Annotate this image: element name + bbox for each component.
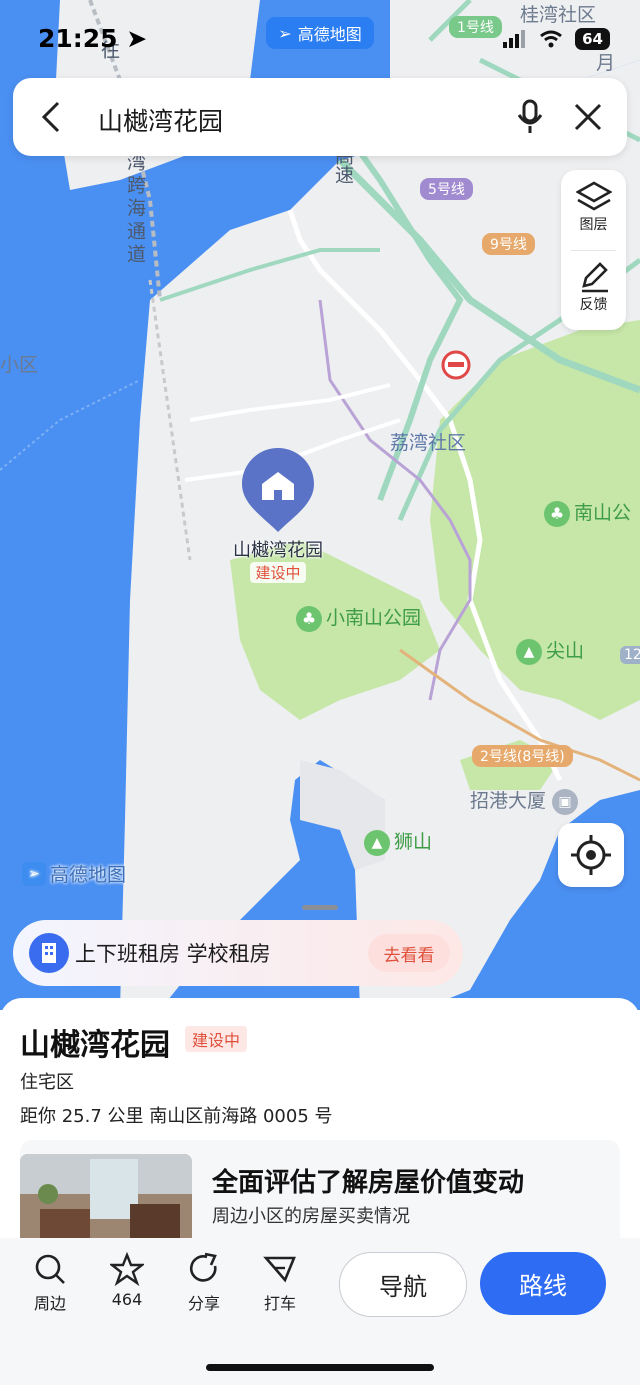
microphone-icon [517, 99, 543, 133]
home-pin-icon [242, 448, 314, 532]
poi-xiaonanshan-park[interactable]: ♣ 小南山公园 [296, 603, 421, 632]
mountain-icon: ▲ [364, 829, 390, 856]
taxi-button[interactable]: 打车 [250, 1252, 310, 1314]
map-label-line9: 9号线 [482, 233, 535, 255]
place-distance-address: 距你 25.7 公里 南山区前海路 0005 号 [20, 1106, 333, 1127]
sheet-drag-handle[interactable] [302, 905, 338, 910]
card-title: 全面评估了解房屋价值变动 [212, 1168, 525, 1198]
promo-go-button[interactable]: 去看看 [368, 934, 450, 972]
selected-place-marker[interactable]: 山樾湾花园 建设中 [226, 446, 330, 586]
map-side-panel: 图层 反馈 [561, 170, 626, 330]
poi-shishan[interactable]: ▲ 狮山 [364, 827, 432, 856]
status-bar: 21:25 ➤ ➢ 高德地图 64 [0, 0, 640, 80]
star-icon [110, 1252, 144, 1286]
clear-search-button[interactable] [568, 96, 608, 138]
map-label-line5: 5号线 [420, 178, 473, 200]
map-label-line2: 2号线(8号线) [472, 745, 573, 767]
search-bar[interactable]: 山樾湾花园 [13, 78, 627, 156]
place-title: 山樾湾花园 [20, 1028, 170, 1063]
search-input[interactable]: 山樾湾花园 [98, 102, 223, 138]
nearby-button[interactable]: 周边 [20, 1252, 80, 1314]
favorite-button[interactable]: 464 [97, 1252, 157, 1309]
map-label-bridge: 湾跨海通道 [124, 152, 146, 267]
battery-indicator: 64 [575, 28, 610, 50]
locate-me-button[interactable] [558, 823, 624, 887]
layers-button[interactable]: 图层 [561, 180, 626, 234]
layers-icon [575, 181, 612, 211]
chevron-left-icon [41, 101, 60, 133]
signal-icon [503, 30, 526, 48]
feedback-button[interactable]: 反馈 [561, 260, 626, 314]
edit-icon [581, 262, 608, 293]
crosshair-icon [571, 835, 611, 875]
poi-zhaogang[interactable]: 招港大厦 ▣ [470, 786, 579, 815]
promo-text: 上下班租房 学校租房 [75, 942, 271, 966]
marker-status: 建设中 [250, 562, 306, 583]
map-label-community-left: 小区 [0, 354, 39, 376]
voice-search-button[interactable] [510, 96, 550, 138]
brand-pill[interactable]: ➢ 高德地图 [266, 17, 374, 49]
close-icon [574, 103, 602, 131]
status-badge: 建设中 [185, 1026, 248, 1052]
wifi-icon [540, 30, 563, 48]
place-category: 住宅区 [20, 1072, 74, 1093]
building-icon: ▣ [552, 788, 579, 815]
poi-jianshan[interactable]: ▲ 尖山 [516, 636, 584, 665]
search-icon [35, 1254, 65, 1284]
divider [571, 250, 616, 251]
park-icon: ♣ [296, 605, 322, 632]
share-icon [189, 1252, 217, 1282]
amap-watermark: ➢ 高德地图 [22, 860, 126, 887]
route-button[interactable]: 路线 [480, 1252, 606, 1315]
valuation-card[interactable]: 全面评估了解房屋价值变动 周边小区的房屋买卖情况 [20, 1140, 620, 1238]
card-subtitle: 周边小区的房屋买卖情况 [212, 1206, 410, 1227]
rental-promo-banner[interactable]: 上下班租房 学校租房 去看看 [13, 920, 463, 986]
place-detail-sheet: 山樾湾花园 建设中 住宅区 距你 25.7 公里 南山区前海路 0005 号 全… [0, 998, 640, 1238]
share-button[interactable]: 分享 [174, 1252, 234, 1314]
navigate-button[interactable]: 导航 [339, 1252, 467, 1317]
map-label-road-12: 12 [620, 646, 640, 664]
mountain-icon: ▲ [516, 638, 542, 665]
park-icon: ♣ [544, 500, 570, 527]
marker-name: 山樾湾花园 [233, 540, 323, 561]
building-icon [29, 933, 69, 973]
status-time: 21:25 ➤ [38, 24, 148, 53]
amap-logo-icon: ➢ [22, 861, 46, 886]
map-label-community-mid: 荔湾社区 [390, 432, 467, 454]
amap-logo-icon: ➢ [278, 23, 292, 43]
bottom-toolbar: 周边 464 分享 打车 导航 路线 [0, 1238, 640, 1385]
interior-photo [20, 1154, 192, 1238]
home-indicator [206, 1364, 434, 1371]
location-arrow-icon: ➤ [126, 24, 148, 53]
back-button[interactable] [31, 96, 71, 138]
poi-nanshan-park[interactable]: ♣ 南山公 [544, 498, 631, 527]
taxi-flag-icon [263, 1256, 296, 1283]
status-icons: 64 [503, 28, 610, 50]
